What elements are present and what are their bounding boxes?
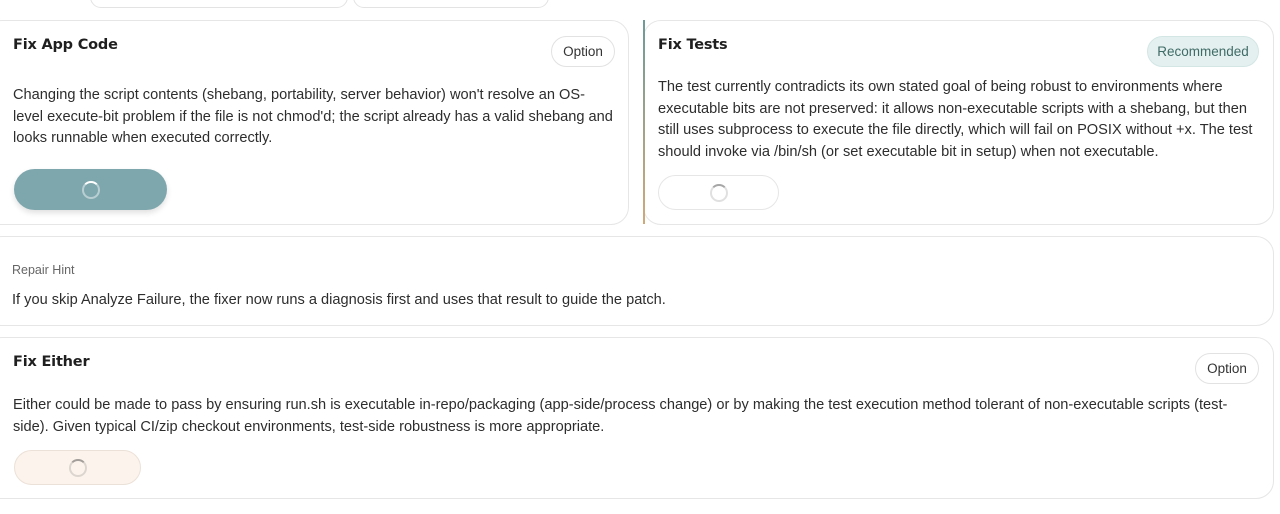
card-description: Changing the script contents (shebang, p… <box>13 87 613 146</box>
option-badge: Option <box>1195 353 1259 384</box>
hint-text: If you skip Analyze Failure, the fixer n… <box>12 292 666 308</box>
card-title: Fix App Code <box>13 37 118 53</box>
fix-tests-button[interactable] <box>658 175 779 210</box>
recommended-badge: Recommended <box>1147 36 1259 67</box>
loading-spinner-icon <box>81 180 100 199</box>
card-description: Either could be made to pass by ensuring… <box>13 397 1228 435</box>
recommended-accent-bar <box>643 20 645 224</box>
loading-spinner-icon <box>709 183 728 202</box>
repair-hint-panel: Repair Hint If you skip Analyze Failure,… <box>0 236 1274 326</box>
card-title: Fix Tests <box>658 37 728 53</box>
top-tab-pill[interactable] <box>353 0 549 8</box>
option-badge: Option <box>551 36 615 67</box>
fix-tests-card: Fix Tests Recommended The test currently… <box>643 20 1274 225</box>
card-description: The test currently contradicts its own s… <box>658 79 1253 160</box>
hint-label: Repair Hint <box>12 263 75 277</box>
fix-either-card: Fix Either Option Either could be made t… <box>0 337 1274 499</box>
fix-app-code-button[interactable] <box>14 169 167 210</box>
fix-either-button[interactable] <box>14 450 141 485</box>
loading-spinner-icon <box>68 458 87 477</box>
card-title: Fix Either <box>13 354 90 370</box>
fix-app-code-card: Fix App Code Option Changing the script … <box>0 20 629 225</box>
top-tab-pill[interactable] <box>90 0 348 8</box>
